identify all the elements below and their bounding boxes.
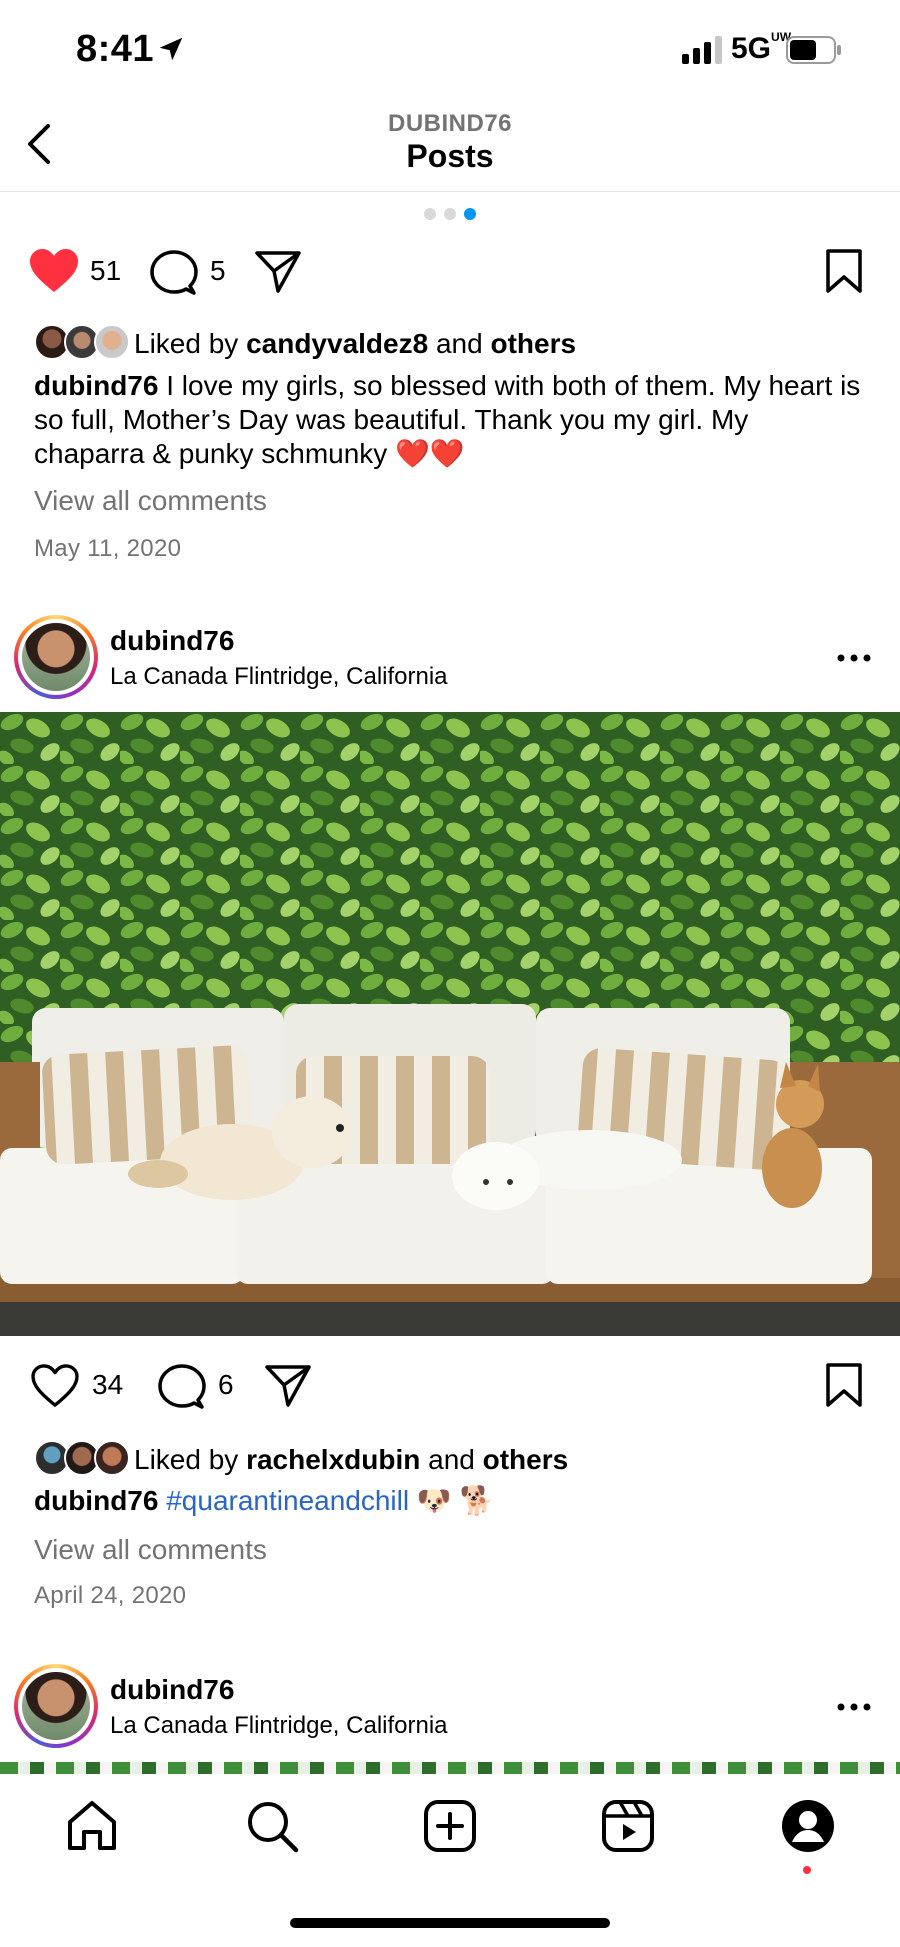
- reels-icon[interactable]: [600, 1798, 656, 1854]
- post1-comment-count: 5: [210, 255, 226, 286]
- post1-like-count: 51: [90, 255, 122, 286]
- bookmark-icon[interactable]: [824, 1362, 864, 1408]
- post3-header: dubind76 La Canada Flintridge, Californi…: [0, 1664, 900, 1754]
- more-options-icon[interactable]: [836, 1702, 872, 1712]
- post2-like-count: 34: [92, 1369, 124, 1400]
- avatar: [94, 324, 130, 360]
- post1-caption: dubind76 I love my girls, so blessed wit…: [34, 369, 864, 471]
- post-location[interactable]: La Canada Flintridge, California: [110, 1712, 448, 1740]
- carousel-dot: [444, 208, 456, 220]
- post1-view-all-comments[interactable]: View all comments: [34, 485, 267, 517]
- bookmark-icon[interactable]: [824, 248, 864, 294]
- post2-caption: dubind76 #quarantineandchill 🐶 🐕: [34, 1484, 864, 1518]
- share-icon[interactable]: [264, 1364, 312, 1408]
- post2-photo[interactable]: [0, 712, 900, 1336]
- status-bar: 8:41 5GUW: [0, 0, 900, 100]
- heart-filled-icon[interactable]: [28, 248, 80, 294]
- location-arrow-icon: [159, 37, 183, 61]
- heart-outline-icon[interactable]: [30, 1364, 80, 1408]
- post-username[interactable]: dubind76: [110, 1674, 234, 1706]
- carousel-dot-active: [464, 208, 476, 220]
- liked-by-others[interactable]: others: [483, 1444, 569, 1475]
- comment-icon[interactable]: [158, 1364, 206, 1410]
- liked-by-text[interactable]: Liked by rachelxdubin and others: [134, 1444, 568, 1476]
- liked-by-user[interactable]: candyvaldez8: [246, 328, 428, 359]
- liker-avatars: [34, 324, 130, 362]
- liker-avatars: [34, 1440, 130, 1478]
- status-time: 8:41: [76, 28, 155, 70]
- post-username[interactable]: dubind76: [110, 625, 234, 657]
- carousel-indicator: [0, 208, 900, 220]
- more-options-icon[interactable]: [836, 653, 872, 663]
- comment-icon[interactable]: [150, 250, 198, 296]
- liked-by-user[interactable]: rachelxdubin: [246, 1444, 420, 1475]
- post2-date: April 24, 2020: [34, 1582, 187, 1609]
- home-indicator: [290, 1918, 610, 1928]
- post2-comment-count: 6: [218, 1369, 234, 1400]
- post-location[interactable]: La Canada Flintridge, California: [110, 663, 448, 691]
- battery-icon: [786, 36, 841, 64]
- avatar: [94, 1440, 130, 1476]
- caption-username[interactable]: dubind76: [34, 1485, 158, 1516]
- post2-liked-by: Liked by rachelxdubin and others: [34, 1440, 874, 1480]
- share-icon[interactable]: [254, 250, 302, 294]
- liked-by-others[interactable]: others: [490, 328, 576, 359]
- search-icon[interactable]: [244, 1798, 300, 1854]
- caption-username[interactable]: dubind76: [34, 370, 158, 401]
- page-title: Posts: [406, 138, 494, 174]
- caption-emoji: 🐶 🐕: [416, 1485, 495, 1516]
- post2-actions: 34 6: [0, 1356, 900, 1416]
- liked-by-text[interactable]: Liked by candyvaldez8 and others: [134, 328, 576, 360]
- header-account: DUBIND76: [387, 110, 513, 137]
- post1-actions: 51 5: [0, 242, 900, 302]
- profile-icon[interactable]: [780, 1798, 836, 1854]
- notification-dot: [803, 1866, 811, 1874]
- caption-text: I love my girls, so blessed with both of…: [34, 370, 861, 469]
- post3-photo-edge[interactable]: [0, 1762, 900, 1774]
- signal-icon: [682, 36, 722, 64]
- post1-date: May 11, 2020: [34, 535, 182, 562]
- carousel-dot: [424, 208, 436, 220]
- page-header: DUBIND76 Posts: [0, 100, 900, 192]
- dogs-on-sofa-image: [0, 712, 900, 1336]
- caption-hashtag[interactable]: #quarantineandchill: [166, 1485, 409, 1516]
- post1-liked-by: Liked by candyvaldez8 and others: [34, 324, 874, 364]
- home-icon[interactable]: [64, 1798, 120, 1854]
- create-icon[interactable]: [422, 1798, 478, 1854]
- avatar[interactable]: [14, 1664, 98, 1748]
- avatar[interactable]: [14, 615, 98, 699]
- post2-header: dubind76 La Canada Flintridge, Californi…: [0, 615, 900, 705]
- post2-view-all-comments[interactable]: View all comments: [34, 1534, 267, 1566]
- network-label: 5GUW: [731, 30, 792, 65]
